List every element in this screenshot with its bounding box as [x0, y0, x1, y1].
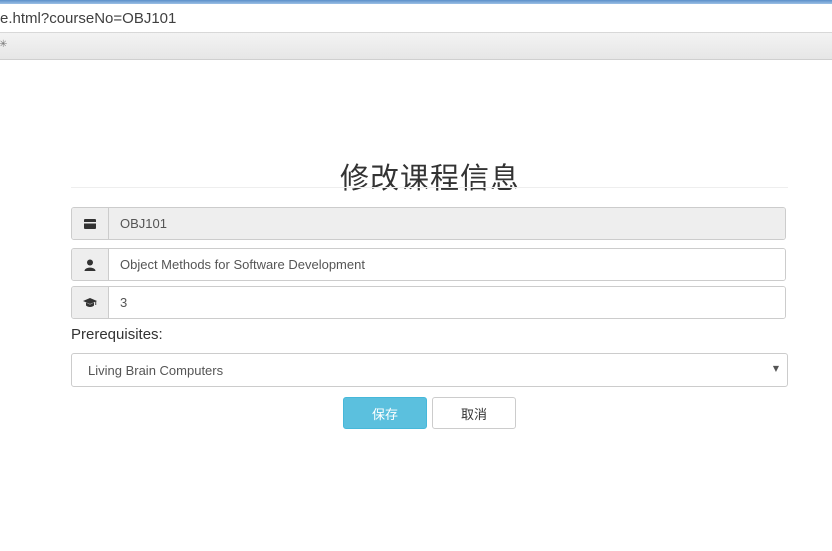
title-divider: [71, 187, 788, 188]
prerequisites-select[interactable]: Living Brain Computers ▼: [71, 353, 788, 387]
credits-group: [71, 286, 786, 319]
toolbar-icon: ✳: [0, 39, 8, 50]
address-bar[interactable]: e.html?courseNo=OBJ101: [0, 4, 832, 33]
user-icon: [72, 249, 109, 280]
graduation-cap-icon: [72, 287, 109, 318]
prerequisites-label: Prerequisites:: [71, 326, 163, 343]
cancel-button[interactable]: 取消: [432, 397, 516, 429]
prerequisites-selected-value: Living Brain Computers: [88, 363, 224, 378]
save-button[interactable]: 保存: [343, 397, 427, 429]
card-icon: [72, 208, 109, 239]
caret-down-icon: ▼: [772, 364, 779, 373]
address-url[interactable]: e.html?courseNo=OBJ101: [0, 10, 176, 27]
course-name-input[interactable]: [109, 249, 785, 280]
browser-toolbar: ✳: [0, 33, 832, 60]
page-title: 修改课程信息: [339, 161, 520, 196]
course-name-group: [71, 248, 786, 281]
course-no-input[interactable]: [109, 208, 785, 239]
course-no-group: [71, 207, 786, 240]
credits-input[interactable]: [109, 287, 785, 318]
